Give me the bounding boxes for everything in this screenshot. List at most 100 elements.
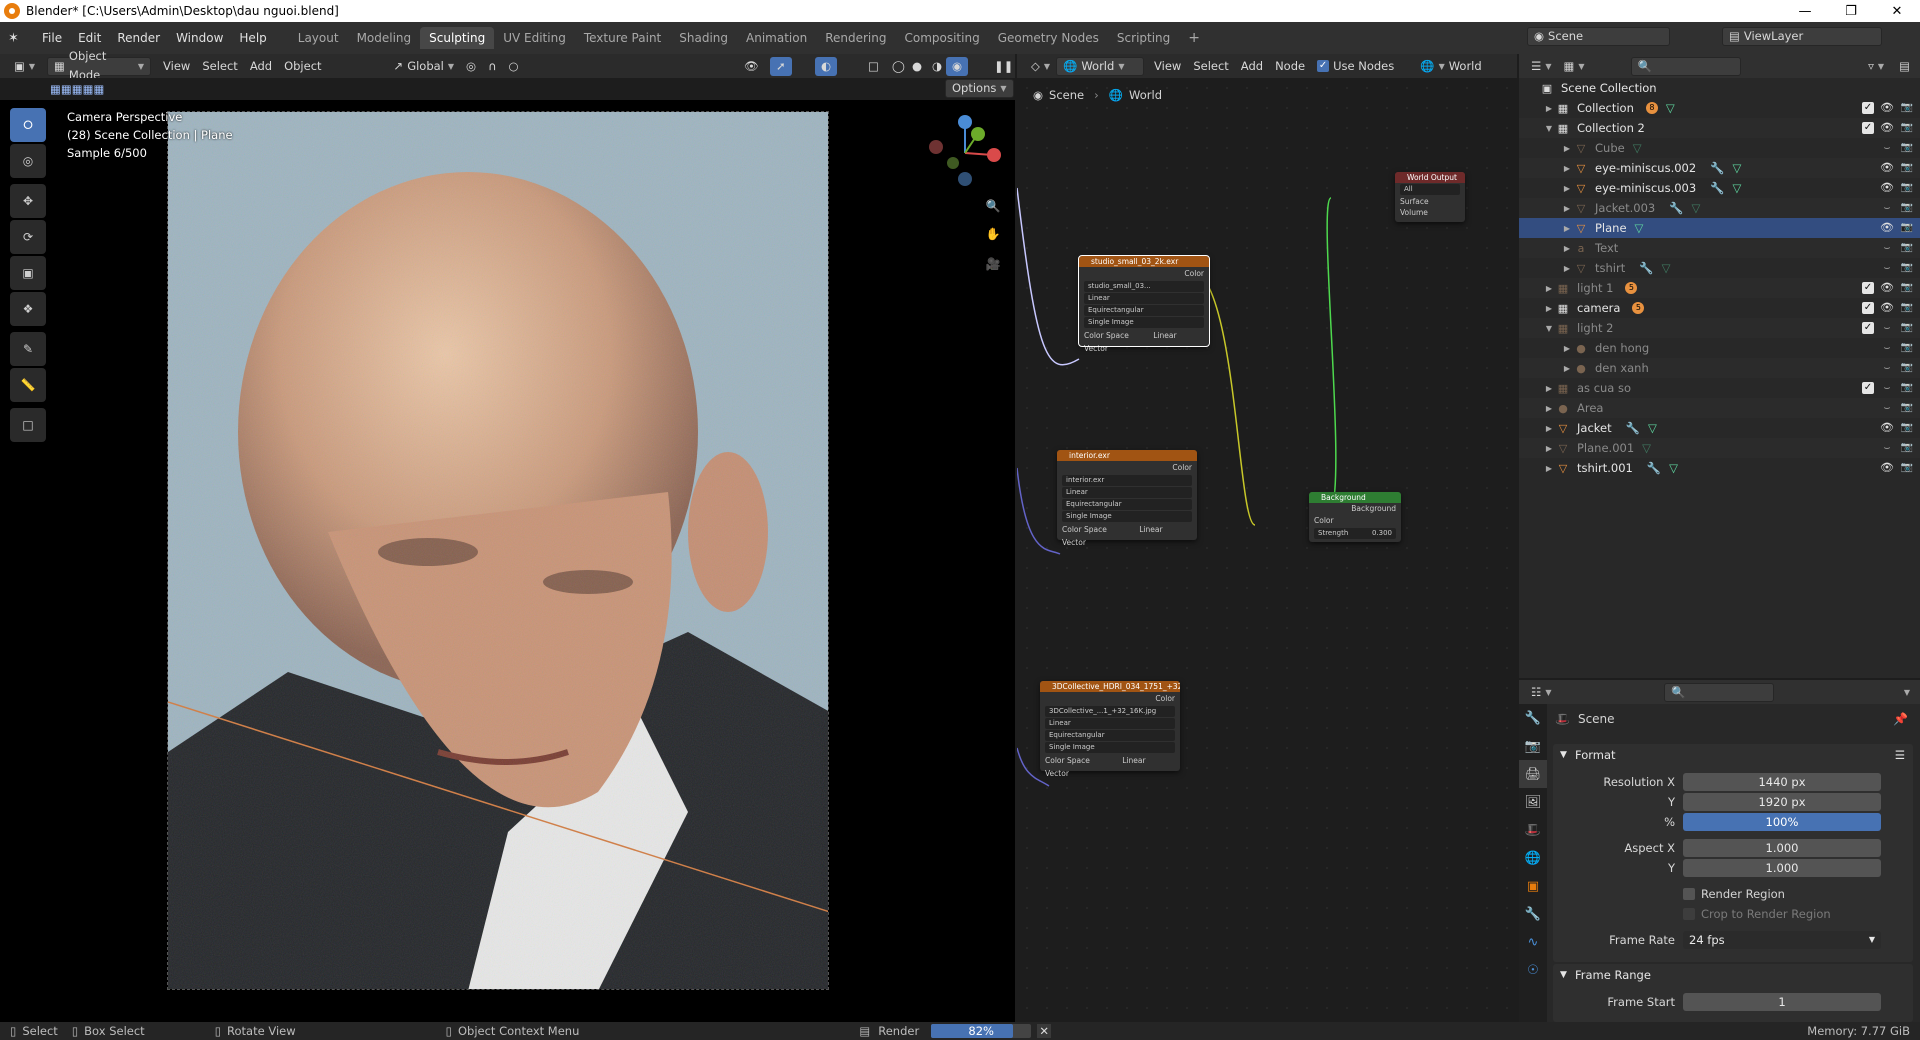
- tab-scripting[interactable]: Scripting: [1108, 27, 1179, 49]
- eye-closed-icon[interactable]: ⌣: [1880, 362, 1894, 374]
- node-editor-type-icon[interactable]: ◇ ▼: [1025, 57, 1056, 76]
- chevron-right-icon[interactable]: ▶: [1561, 364, 1573, 373]
- properties-search-input[interactable]: 🔍: [1664, 683, 1774, 702]
- chevron-right-icon[interactable]: ▶: [1543, 284, 1555, 293]
- render-camera-icon[interactable]: 📷: [1900, 102, 1914, 114]
- chevron-right-icon[interactable]: ▶: [1561, 204, 1573, 213]
- pivot-icon[interactable]: ◎: [460, 57, 482, 76]
- navigation-gizmo[interactable]: [925, 113, 1005, 193]
- frame-start-field[interactable]: 1: [1683, 993, 1881, 1011]
- outliner-item[interactable]: ▶ ▦ Collection 8 ▽ ✓ 👁 📷: [1519, 98, 1920, 118]
- modifier-wrench-icon[interactable]: 🔧: [1626, 421, 1640, 435]
- mesh-data-icon[interactable]: ▽: [1669, 461, 1678, 475]
- node-menu-node[interactable]: Node: [1269, 57, 1311, 76]
- chevron-right-icon[interactable]: ▶: [1543, 104, 1555, 113]
- tool-tab-icon[interactable]: 🔧: [1519, 704, 1547, 732]
- chevron-right-icon[interactable]: ▶: [1543, 304, 1555, 313]
- node-menu-select[interactable]: Select: [1187, 57, 1234, 76]
- render-camera-icon[interactable]: 📷: [1900, 282, 1914, 294]
- render-camera-icon[interactable]: 📷: [1900, 182, 1914, 194]
- render-camera-icon[interactable]: 📷: [1900, 402, 1914, 414]
- vp-menu-add[interactable]: Add: [244, 57, 278, 76]
- outliner-item[interactable]: ▼ ▦ Collection 2 ✓ 👁 📷: [1519, 118, 1920, 138]
- render-camera-icon[interactable]: 📷: [1900, 242, 1914, 254]
- visibility-icon[interactable]: 👁: [738, 57, 765, 76]
- node-studio-texture[interactable]: studio_small_03_2k.exr Color studio_smal…: [1078, 255, 1210, 353]
- render-camera-icon[interactable]: 📷: [1900, 142, 1914, 154]
- outliner-root[interactable]: ▣ Scene Collection: [1519, 78, 1920, 98]
- view-layer-tab-icon[interactable]: 🖼: [1519, 788, 1547, 816]
- shader-type-dropdown[interactable]: 🌐 World ▼: [1056, 56, 1145, 76]
- world-tab-icon[interactable]: 🌐: [1519, 844, 1547, 872]
- particles-tab-icon[interactable]: ∿: [1519, 928, 1547, 956]
- viewlayer-selector[interactable]: ▤ ViewLayer: [1722, 27, 1882, 46]
- orientation-dropdown[interactable]: ↗ Global ▼: [388, 57, 460, 76]
- xray-icon[interactable]: □: [862, 57, 885, 76]
- outliner-item[interactable]: ▶ ▽ Jacket.003 🔧 ▽ ⌣ 📷: [1519, 198, 1920, 218]
- eye-open-icon[interactable]: 👁: [1880, 422, 1894, 434]
- outliner-item[interactable]: ▶ ▦ as cua so ✓ ⌣ 📷: [1519, 378, 1920, 398]
- outliner-item[interactable]: ▶ ● Area ⌣ 📷: [1519, 398, 1920, 418]
- pin-icon[interactable]: 📌: [1893, 712, 1908, 726]
- resolution-pct-field[interactable]: 100%: [1683, 813, 1881, 831]
- resolution-x-field[interactable]: 1440 px: [1683, 773, 1881, 791]
- crop-region-checkbox[interactable]: [1683, 908, 1695, 920]
- node-interior-projection[interactable]: Equirectangular: [1062, 499, 1192, 510]
- outliner-item[interactable]: ▶ ● den hong ⌣ 📷: [1519, 338, 1920, 358]
- exclude-checkbox[interactable]: ✓: [1862, 302, 1874, 314]
- output-tab-icon[interactable]: 🖨: [1519, 760, 1547, 788]
- node-studio-interp[interactable]: Linear: [1084, 293, 1204, 304]
- node-world-output[interactable]: World Output All Surface Volume: [1395, 172, 1465, 222]
- eye-open-icon[interactable]: 👁: [1880, 182, 1894, 194]
- node-hdri-texture[interactable]: 3DCollective_HDRI_034_1751_+32_16K.jpg C…: [1040, 681, 1180, 778]
- options-dropdown[interactable]: Options ▼: [945, 79, 1014, 98]
- tab-shading[interactable]: Shading: [670, 27, 737, 49]
- eye-open-icon[interactable]: 👁: [1880, 162, 1894, 174]
- cursor-tool-icon[interactable]: ◎: [10, 144, 46, 178]
- eye-closed-icon[interactable]: ⌣: [1880, 242, 1894, 254]
- render-camera-icon[interactable]: 📷: [1900, 322, 1914, 334]
- eye-closed-icon[interactable]: ⌣: [1880, 442, 1894, 454]
- eye-open-icon[interactable]: 👁: [1880, 122, 1894, 134]
- outliner-item[interactable]: ▶ ▽ Jacket 🔧 ▽ 👁 📷: [1519, 418, 1920, 438]
- menu-window[interactable]: Window: [168, 27, 231, 49]
- eye-closed-icon[interactable]: ⌣: [1880, 402, 1894, 414]
- minimize-button[interactable]: —: [1782, 0, 1828, 22]
- solid-shading-icon[interactable]: ●: [906, 57, 928, 76]
- mesh-data-icon[interactable]: ▽: [1733, 181, 1742, 195]
- mesh-data-icon[interactable]: ▽: [1648, 421, 1657, 435]
- chevron-right-icon[interactable]: ▶: [1561, 264, 1573, 273]
- measure-tool-icon[interactable]: 📏: [10, 368, 46, 402]
- use-nodes-checkbox[interactable]: ✓: [1317, 60, 1330, 72]
- outliner-item[interactable]: ▶ ▽ Plane ▽ 👁 📷: [1519, 218, 1920, 238]
- properties-editor-type-icon[interactable]: ☷ ▼: [1525, 683, 1557, 702]
- node-menu-add[interactable]: Add: [1235, 57, 1269, 76]
- vp-menu-object[interactable]: Object: [278, 57, 327, 76]
- modifier-wrench-icon[interactable]: 🔧: [1710, 181, 1724, 195]
- select-box-tool-icon[interactable]: ⭘: [10, 108, 46, 142]
- use-nodes-toggle[interactable]: ✓ Use Nodes: [1311, 57, 1400, 76]
- node-hdri-source[interactable]: Single Image: [1045, 742, 1175, 753]
- node-background[interactable]: Background Background Color Strength 0.30…: [1309, 492, 1401, 542]
- render-region-checkbox[interactable]: [1683, 888, 1695, 900]
- render-camera-icon[interactable]: 📷: [1900, 302, 1914, 314]
- node-interior-cs[interactable]: Linear: [1139, 525, 1162, 534]
- aspect-x-field[interactable]: 1.000: [1683, 839, 1881, 857]
- gizmo-toggle-icon[interactable]: ➚: [770, 56, 792, 76]
- tab-compositing[interactable]: Compositing: [895, 27, 988, 49]
- tab-sculpting[interactable]: Sculpting: [420, 27, 495, 49]
- node-interior-interp[interactable]: Linear: [1062, 487, 1192, 498]
- modifier-wrench-icon[interactable]: 🔧: [1710, 161, 1724, 175]
- node-interior-source[interactable]: Single Image: [1062, 511, 1192, 522]
- properties-options-icon[interactable]: ▼: [1898, 683, 1916, 702]
- node-hdri-interp[interactable]: Linear: [1045, 718, 1175, 729]
- filter-icon[interactable]: ▿ ▼: [1862, 57, 1890, 76]
- mode-dropdown[interactable]: ▦ Object Mode ▼: [47, 49, 152, 82]
- node-output-target[interactable]: All: [1400, 184, 1460, 195]
- world-datablock[interactable]: 🌐 ▼ World: [1414, 57, 1487, 76]
- tab-rendering[interactable]: Rendering: [816, 27, 895, 49]
- mesh-data-icon[interactable]: ▽: [1692, 201, 1701, 215]
- chevron-right-icon[interactable]: ▶: [1543, 384, 1555, 393]
- display-mode-icon[interactable]: ▦ ▼: [1557, 57, 1590, 76]
- chevron-right-icon[interactable]: ▶: [1561, 224, 1573, 233]
